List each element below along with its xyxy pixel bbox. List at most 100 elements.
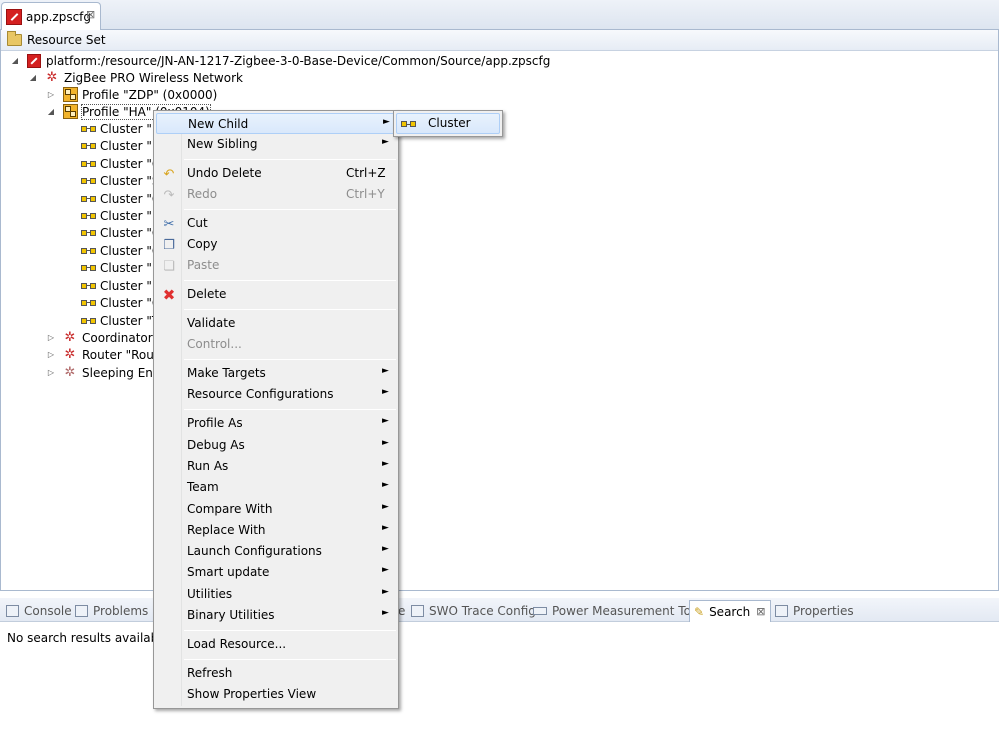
menu-item-binary-utilities[interactable]: Binary Utilities ► (156, 605, 396, 626)
menu-item-compare-with[interactable]: Compare With ► (156, 499, 396, 520)
submenu-arrow-icon: ► (382, 523, 389, 533)
tab-properties[interactable]: Properties (775, 602, 854, 620)
copy-icon: ❐ (163, 237, 175, 253)
tree-row-platform[interactable]: ◢ platform:/resource/JN-AN-1217-Zigbee-3… (10, 52, 550, 69)
submenu-arrow-icon: ► (382, 366, 389, 376)
tab-console[interactable]: Console (6, 602, 72, 620)
menu-item-control[interactable]: Control... (156, 334, 396, 355)
tab-swo-trace-config[interactable]: SWO Trace Config (411, 602, 536, 620)
submenu-arrow-icon: ► (382, 587, 389, 597)
profile-icon (62, 104, 78, 119)
submenu-arrow-icon: ► (382, 608, 389, 618)
cluster-icon (80, 173, 96, 189)
menu-item-cut[interactable]: ✂ Cut (156, 213, 396, 234)
network-icon: ✲ (46, 70, 58, 85)
submenu-arrow-icon: ► (382, 387, 389, 397)
menu-item-paste[interactable]: ❏ Paste (156, 255, 396, 276)
menu-item-redo[interactable]: ↷ Redo Ctrl+Y (156, 184, 396, 205)
menu-item-refresh[interactable]: Refresh (156, 663, 396, 684)
submenu-arrow-icon: ► (383, 117, 390, 127)
menu-item-smart-update[interactable]: Smart update ► (156, 562, 396, 583)
tab-power-measurement-tool[interactable]: Power Measurement Tool (533, 602, 702, 620)
tree-row-label: Profile "ZDP" (0x0000) (82, 87, 218, 102)
submenu-arrow-icon: ► (382, 459, 389, 469)
close-icon[interactable]: ⊠ (756, 605, 765, 618)
menu-item-undo-delete[interactable]: ↶ Undo Delete Ctrl+Z (156, 163, 396, 184)
collapse-arrow-icon[interactable]: ◢ (10, 56, 20, 66)
menu-item-new-sibling[interactable]: New Sibling ► (156, 134, 396, 155)
menu-item-profile-as[interactable]: Profile As ► (156, 413, 396, 434)
expand-arrow-icon[interactable]: ▷ (46, 350, 56, 360)
tab-search[interactable]: ✎ Search ⊠ (689, 600, 771, 622)
problems-icon (75, 605, 88, 617)
submenu-arrow-icon: ► (382, 137, 389, 147)
tab-problems[interactable]: Problems (75, 602, 148, 620)
editor-tab-app-zpscfg[interactable]: app.zpscfg ⊠ (1, 2, 101, 30)
cluster-icon (401, 116, 417, 132)
tree-row-cluster[interactable]: Cluster "Ill (80, 259, 162, 276)
swo-icon (411, 605, 424, 617)
tab-hidden-partial[interactable]: e (398, 602, 405, 620)
bottom-tab-strip: Console Problems e SWO Trace Config Powe… (0, 598, 999, 622)
cluster-icon (80, 295, 96, 311)
tree-row-cluster[interactable]: Cluster "Id (80, 137, 163, 154)
console-icon (6, 605, 19, 617)
bottom-panel: Console Problems e SWO Trace Config Powe… (0, 590, 999, 735)
tree-row-coordinator[interactable]: ▷ ✲ Coordinator "C (46, 329, 170, 346)
menu-item-load-resource[interactable]: Load Resource... (156, 634, 396, 655)
redo-icon: ↷ (163, 187, 175, 203)
resource-set-icon (7, 31, 22, 46)
menu-item-utilities[interactable]: Utilities ► (156, 584, 396, 605)
submenu-arrow-icon: ► (382, 502, 389, 512)
cluster-icon (80, 278, 96, 294)
cluster-icon (80, 121, 96, 137)
tree-row-cluster[interactable]: Cluster "Ti (80, 312, 162, 329)
menu-item-launch-configurations[interactable]: Launch Configurations ► (156, 541, 396, 562)
platform-file-icon (27, 53, 41, 68)
cluster-icon (80, 225, 96, 241)
editor-tab-strip: app.zpscfg ⊠ (0, 0, 999, 30)
collapse-arrow-icon[interactable]: ◢ (28, 73, 38, 83)
context-menu: New Child ► New Sibling ► ↶ Undo Delete … (153, 110, 399, 709)
submenu-arrow-icon: ► (382, 416, 389, 426)
new-child-submenu: Cluster (393, 110, 503, 137)
expand-arrow-icon[interactable]: ▷ (46, 90, 56, 100)
search-icon: ✎ (694, 604, 705, 619)
menu-item-resource-configurations[interactable]: Resource Configurations ► (156, 384, 396, 405)
tree-row-router[interactable]: ▷ ✲ Router "Route (46, 346, 166, 363)
cluster-icon (80, 260, 96, 276)
submenu-arrow-icon: ► (382, 565, 389, 575)
paste-icon: ❏ (163, 258, 175, 274)
menu-item-team[interactable]: Team ► (156, 477, 396, 498)
collapse-arrow-icon[interactable]: ◢ (46, 107, 56, 117)
cluster-icon (80, 243, 96, 259)
tree-row-network[interactable]: ◢ ✲ ZigBee PRO Wireless Network (28, 69, 243, 86)
menu-separator (184, 359, 396, 360)
submenu-arrow-icon: ► (382, 544, 389, 554)
menu-item-debug-as[interactable]: Debug As ► (156, 435, 396, 456)
menu-item-show-properties-view[interactable]: Show Properties View (156, 684, 396, 705)
tree-row-profile-zdp[interactable]: ▷ Profile "ZDP" (0x0000) (46, 86, 217, 103)
menu-separator (184, 309, 396, 310)
editor-tab-label: app.zpscfg (26, 9, 92, 24)
menu-item-replace-with[interactable]: Replace With ► (156, 520, 396, 541)
menu-separator (184, 280, 396, 281)
cluster-icon (80, 191, 96, 207)
menu-item-make-targets[interactable]: Make Targets ► (156, 363, 396, 384)
menu-separator (184, 659, 396, 660)
menu-separator (184, 409, 396, 410)
menu-separator (184, 209, 396, 210)
menu-item-copy[interactable]: ❐ Copy (156, 234, 396, 255)
menu-item-delete[interactable]: ✖ Delete (156, 284, 396, 305)
menu-item-validate[interactable]: Validate (156, 313, 396, 334)
menu-item-run-as[interactable]: Run As ► (156, 456, 396, 477)
zpscfg-file-icon (6, 8, 22, 25)
menu-item-new-child[interactable]: New Child ► (156, 113, 396, 134)
submenu-item-cluster[interactable]: Cluster (396, 113, 500, 134)
expand-arrow-icon[interactable]: ▷ (46, 368, 56, 378)
expand-arrow-icon[interactable]: ▷ (46, 333, 56, 343)
tree-row-label: platform:/resource/JN-AN-1217-Zigbee-3-0… (46, 53, 551, 68)
close-icon[interactable]: ⊠ (86, 9, 96, 20)
submenu-arrow-icon: ► (382, 480, 389, 490)
scissors-icon: ✂ (163, 216, 175, 232)
